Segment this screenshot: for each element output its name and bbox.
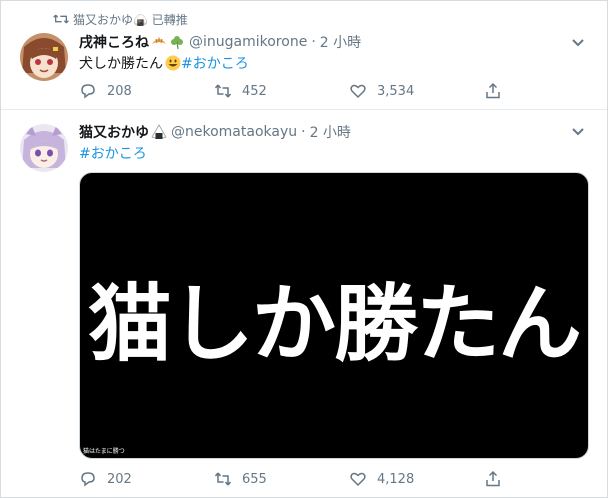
like-count: 4,128 <box>377 471 415 487</box>
tweet-text-content: 犬しか勝たん <box>79 56 163 72</box>
share-icon <box>486 82 500 99</box>
croissant-emoji-icon <box>152 37 166 44</box>
avatar-okayu[interactable] <box>20 124 68 172</box>
share-button[interactable] <box>484 82 502 100</box>
handle[interactable]: @nekomataokayu <box>171 124 297 140</box>
tweet-media-video[interactable]: 猫しか勝たん 猫はたまに勝つ <box>79 172 589 459</box>
retweet-icon <box>214 472 232 486</box>
like-count: 3,534 <box>377 83 415 99</box>
separator-dot: · <box>301 124 306 140</box>
retweet-button[interactable]: 452 <box>214 82 267 100</box>
retweet-count: 655 <box>242 471 267 487</box>
reply-icon <box>81 472 95 487</box>
tweet-text: 犬しか勝たん #おかころ <box>79 53 249 73</box>
avatar-korone[interactable] <box>20 33 68 81</box>
clover-emoji-icon <box>171 36 183 50</box>
rice-ball-emoji-icon <box>151 124 167 139</box>
tweet-text: #おかころ <box>79 143 147 163</box>
tweet-okayu[interactable]: 猫又おかゆ @nekomataokayu · 2 小時 #おかころ 猫しか勝たん… <box>1 110 607 497</box>
timestamp[interactable]: 2 小時 <box>310 122 351 142</box>
timeline: 猫又おかゆ🍙 已轉推 戌神ころね @inugamikorone · 2 小時 犬… <box>0 0 608 498</box>
separator-dot: · <box>311 34 316 50</box>
tweet-actions: 208 452 3,534 <box>79 81 519 101</box>
tweet-actions: 202 655 4,128 <box>79 469 519 489</box>
reply-button[interactable]: 202 <box>79 470 132 488</box>
grinning-face-emoji-icon <box>165 55 181 71</box>
media-title-text: 猫しか勝たん <box>87 274 582 373</box>
tweet-header: 戌神ころね @inugamikorone · 2 小時 <box>79 32 361 52</box>
reply-count: 202 <box>107 471 132 487</box>
reply-count: 208 <box>107 83 132 99</box>
hashtag-link[interactable]: #おかころ <box>181 53 249 73</box>
heart-icon <box>350 472 366 487</box>
retweet-button[interactable]: 655 <box>214 470 267 488</box>
chevron-down-icon[interactable] <box>571 38 585 48</box>
heart-icon <box>350 84 366 99</box>
display-name[interactable]: 猫又おかゆ <box>79 122 149 142</box>
like-button[interactable]: 3,534 <box>349 82 414 100</box>
retweet-count: 452 <box>242 83 267 99</box>
reply-icon <box>81 84 95 99</box>
display-name[interactable]: 戌神ころね <box>79 32 149 52</box>
retweet-icon <box>53 14 69 24</box>
retweet-icon <box>214 84 232 98</box>
hashtag-link[interactable]: #おかころ <box>79 143 147 163</box>
tweet-korone[interactable]: 猫又おかゆ🍙 已轉推 戌神ころね @inugamikorone · 2 小時 犬… <box>1 1 607 110</box>
retweet-context-label[interactable]: 猫又おかゆ🍙 已轉推 <box>73 11 188 28</box>
share-button[interactable] <box>484 470 502 488</box>
retweet-context: 猫又おかゆ🍙 已轉推 <box>53 10 188 28</box>
timestamp[interactable]: 2 小時 <box>320 32 361 52</box>
chevron-down-icon[interactable] <box>571 127 585 137</box>
handle[interactable]: @inugamikorone <box>189 34 307 50</box>
tweet-header: 猫又おかゆ @nekomataokayu · 2 小時 <box>79 122 351 142</box>
reply-button[interactable]: 208 <box>79 82 132 100</box>
share-icon <box>486 470 500 487</box>
media-caption: 猫はたまに勝つ <box>83 448 125 455</box>
like-button[interactable]: 4,128 <box>349 470 414 488</box>
